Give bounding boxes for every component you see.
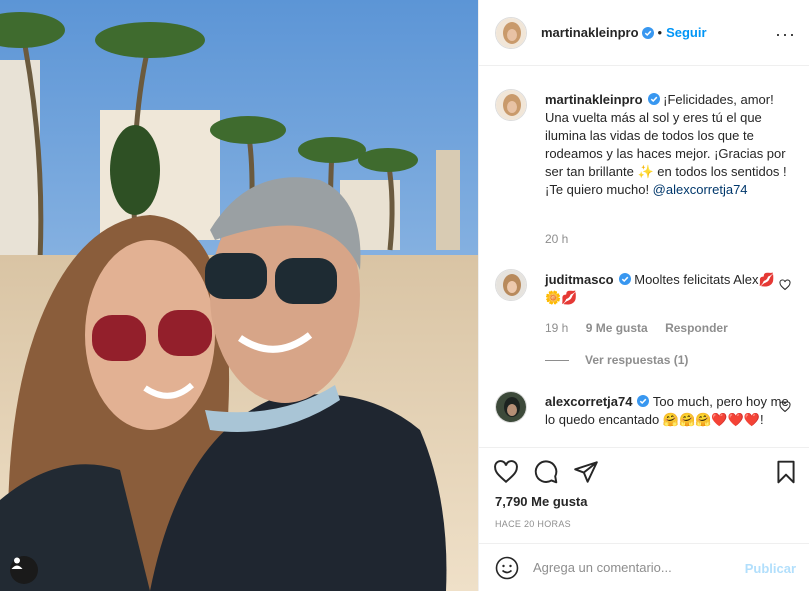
commenter-avatar[interactable] <box>495 391 527 423</box>
comment-time[interactable]: 19 h <box>545 321 568 335</box>
likes-count[interactable]: 7,790 Me gusta <box>495 494 588 509</box>
post-date[interactable]: HACE 20 HORAS <box>495 519 571 529</box>
author-avatar[interactable] <box>495 16 527 49</box>
caption-meta: 20 h <box>545 232 582 246</box>
emoji-icon[interactable] <box>495 556 519 580</box>
comment-text: juditmasco Mooltes felicitats Alex💋🌼💋 <box>545 271 790 307</box>
caption-time[interactable]: 20 h <box>545 232 568 246</box>
publish-button[interactable]: Publicar <box>745 561 796 576</box>
view-replies-button[interactable]: Ver respuestas (1) <box>545 353 688 367</box>
separator-dot: • <box>657 25 663 40</box>
comments-list[interactable]: martinakleinpro ¡Felicidades, amor! Una … <box>479 67 809 447</box>
commenter-avatar[interactable] <box>495 269 527 301</box>
user-tag-icon[interactable] <box>10 556 38 584</box>
caption-avatar[interactable] <box>495 89 527 121</box>
post-actions: 7,790 Me gusta HACE 20 HORAS <box>479 447 809 543</box>
bookmark-icon[interactable] <box>773 459 799 485</box>
caption-mention[interactable]: @alexcorretja74 <box>653 182 748 197</box>
verified-badge-icon <box>641 26 654 39</box>
comment-icon[interactable] <box>533 459 559 485</box>
verified-badge-icon <box>618 273 631 285</box>
paper-plane-icon[interactable] <box>573 459 599 485</box>
author-username[interactable]: martinakleinpro <box>541 25 639 40</box>
reply-button[interactable]: Responder <box>665 321 728 335</box>
comment-username[interactable]: alexcorretja74 <box>545 394 632 409</box>
heart-icon[interactable] <box>493 459 519 485</box>
replies-divider <box>545 359 569 361</box>
more-options-icon[interactable]: ··· <box>775 24 796 45</box>
verified-badge-icon <box>647 93 660 105</box>
selfie-beach-image <box>0 0 478 591</box>
comment-username[interactable]: juditmasco <box>545 272 614 287</box>
comment-text: alexcorretja74 Too much, pero hoy me lo … <box>545 393 790 429</box>
comment-like-icon[interactable] <box>779 401 791 413</box>
caption-username[interactable]: martinakleinpro <box>545 92 643 107</box>
view-replies-label: Ver respuestas (1) <box>585 353 689 367</box>
follow-button[interactable]: Seguir <box>666 25 706 40</box>
add-comment-bar: Publicar <box>479 543 809 591</box>
comment-likes[interactable]: 9 Me gusta <box>586 321 648 335</box>
comment-meta: 19 h 9 Me gusta Responder <box>545 321 742 335</box>
post-sidebar: martinakleinpro • Seguir ··· martinaklei… <box>478 0 809 591</box>
caption-text: martinakleinpro ¡Felicidades, amor! Una … <box>545 91 790 199</box>
post-photo[interactable] <box>0 0 478 591</box>
verified-badge-icon <box>637 395 650 407</box>
instagram-post: martinakleinpro • Seguir ··· martinaklei… <box>0 0 809 591</box>
comment-input[interactable] <box>533 560 733 575</box>
post-header: martinakleinpro • Seguir ··· <box>479 0 809 66</box>
comment-like-icon[interactable] <box>779 279 791 291</box>
